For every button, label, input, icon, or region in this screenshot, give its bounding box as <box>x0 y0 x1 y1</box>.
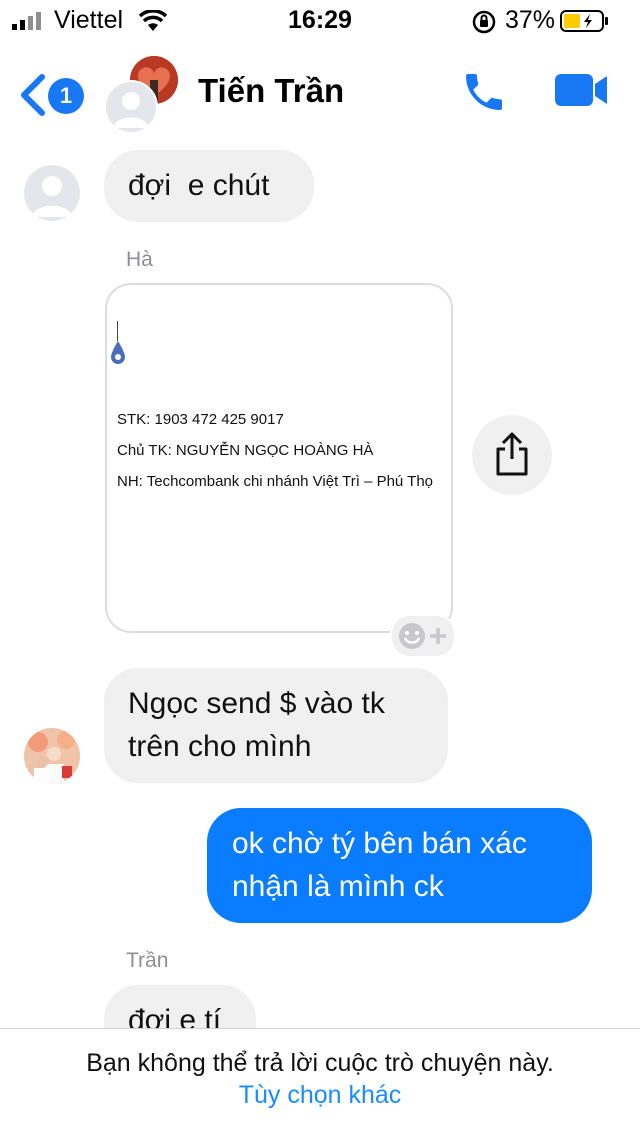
message-bubble[interactable]: đợi e chút <box>104 150 314 222</box>
avatar[interactable] <box>24 165 80 221</box>
sender-name: Trần <box>126 949 169 972</box>
conversation-footer: Bạn không thể trả lời cuộc trò chuyện nà… <box>0 1028 640 1137</box>
message-text: Ngọc send $ vào tk <box>128 687 385 720</box>
video-camera-icon <box>555 74 607 106</box>
unread-badge: 1 <box>48 78 84 114</box>
video-call-button[interactable] <box>553 70 609 115</box>
cursor-mark <box>117 321 118 341</box>
message-bubble-outgoing[interactable]: ok chờ tý bên bán xác nhận là mình ck <box>207 808 592 923</box>
map-pin-icon <box>111 341 125 364</box>
battery-percent: 37% <box>505 6 556 34</box>
attachment-image[interactable]: STK: 1903 472 425 9017 Chủ TK: NGUYỄN NG… <box>105 283 453 633</box>
message-text: nhận là mình ck <box>232 870 444 903</box>
conversation-header: 1 Tiến Trần <box>0 40 640 140</box>
chevron-left-icon <box>21 74 45 116</box>
orientation-lock-icon <box>472 10 496 34</box>
message-bubble[interactable]: Ngọc send $ vào tk trên cho mình <box>104 668 448 783</box>
sender-name: Hà <box>126 248 153 271</box>
more-options-link[interactable]: Tùy chọn khác <box>0 1081 640 1110</box>
contact-avatar[interactable] <box>104 56 178 134</box>
avatar-placeholder <box>104 80 158 134</box>
bank-branch: NH: Techcombank chi nhánh Việt Trì – Phú… <box>117 473 434 490</box>
share-button[interactable] <box>472 415 552 495</box>
battery-icon <box>560 10 608 32</box>
contact-name[interactable]: Tiến Trần <box>198 72 344 110</box>
account-number: STK: 1903 472 425 9017 <box>117 411 284 428</box>
share-icon <box>496 432 528 476</box>
smiley-plus-icon <box>399 623 446 649</box>
message-text: ok chờ tý bên bán xác <box>232 827 527 860</box>
cannot-reply-notice: Bạn không thể trả lời cuộc trò chuyện nà… <box>86 1049 554 1077</box>
message-text: trên cho mình <box>128 730 312 763</box>
message-text: đợi e chút <box>128 169 270 202</box>
add-reaction-button[interactable] <box>390 614 456 658</box>
phone-icon <box>466 74 502 110</box>
status-bar: Viettel 16:29 37% <box>0 0 640 40</box>
account-holder: Chủ TK: NGUYỄN NGỌC HOÀNG HÀ <box>117 442 374 459</box>
avatar[interactable] <box>24 728 80 784</box>
call-button[interactable] <box>460 68 508 121</box>
